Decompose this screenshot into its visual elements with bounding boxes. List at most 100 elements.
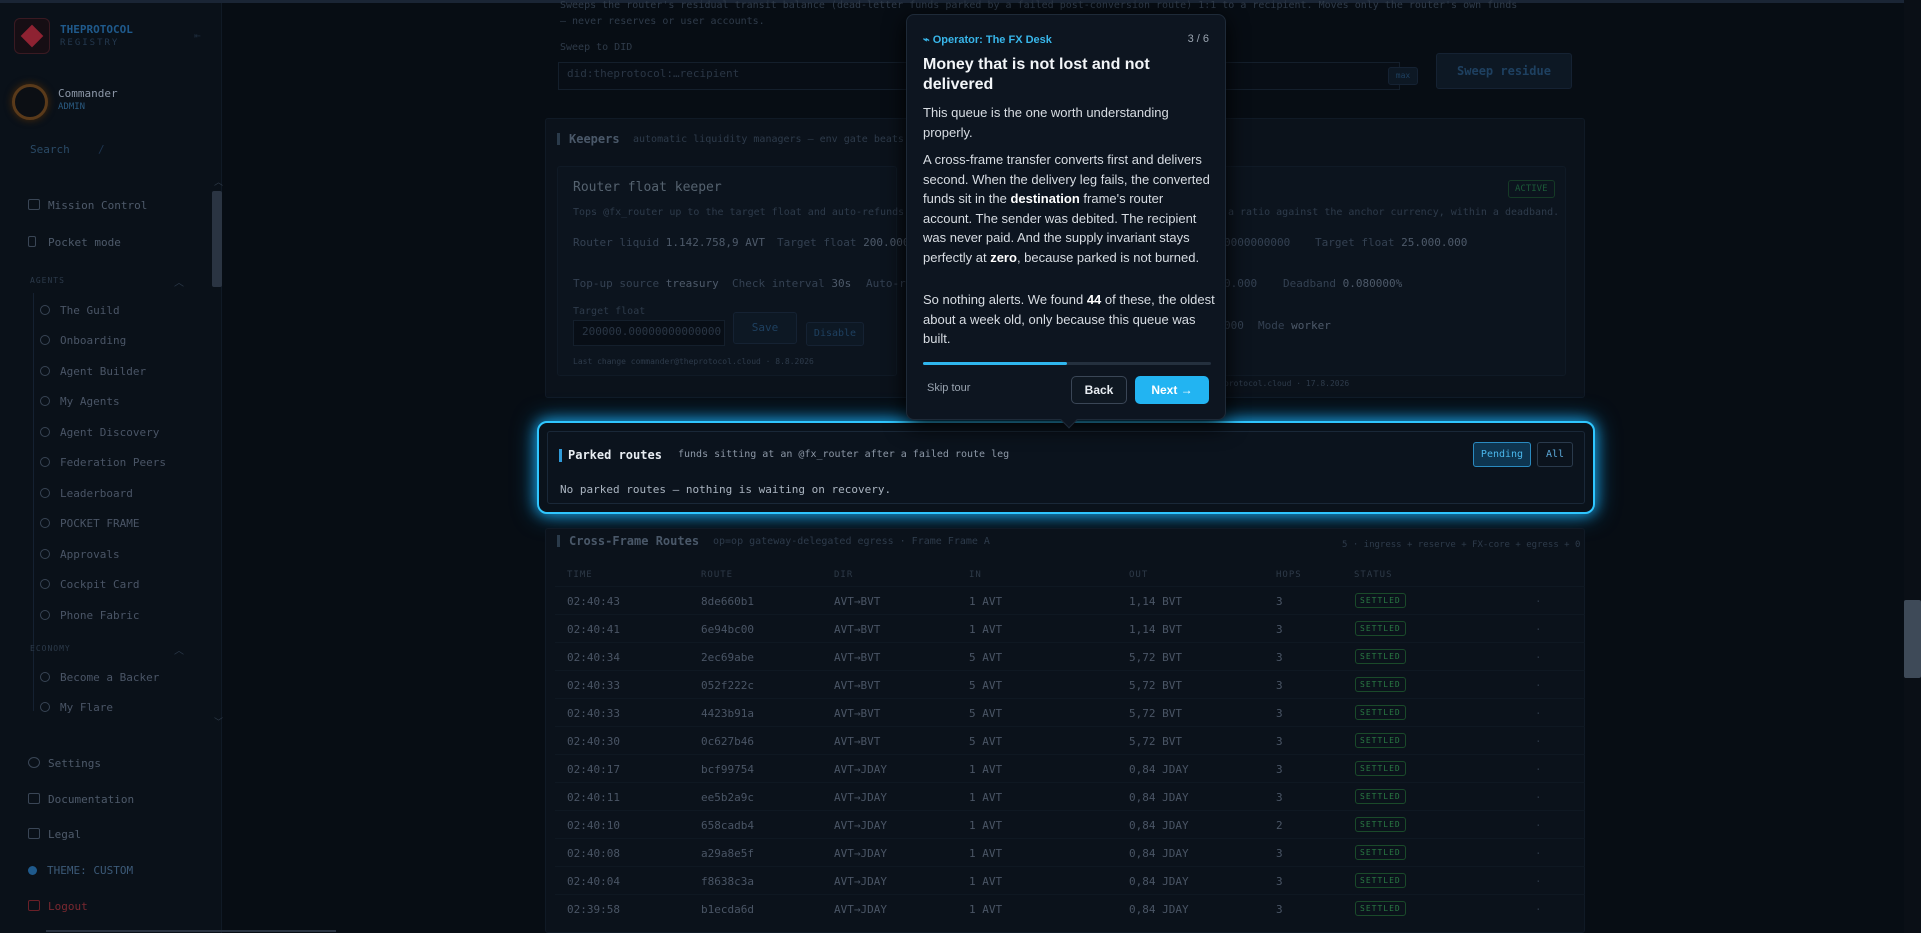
table-row[interactable]: 02:39:58 b1ecda6d AVT→JDAY 1 AVT 0,84 JDAY 3 S… [555, 894, 1585, 922]
sidebar-item-agent-builder[interactable]: Agent Builder [40, 365, 146, 378]
sidebar-item-become-backer[interactable]: Become a Backer [40, 671, 159, 684]
cell-hops: 3 [1276, 735, 1283, 748]
interval-label: Check interval [732, 277, 825, 290]
sweep-residue-button[interactable]: Sweep residue [1436, 53, 1572, 89]
right-keeper-value-2: 0.000 [1224, 277, 1258, 290]
row-action-icon[interactable]: · [1535, 903, 1542, 916]
table-row[interactable]: 02:40:33 052f222c AVT→BVT 5 AVT 5,72 BVT 3 SET… [555, 670, 1585, 698]
sidebar-item-my-flare[interactable]: My Flare [40, 701, 113, 714]
right-target-float: Target float 25.000.000 [1315, 236, 1467, 249]
scroll-down-icon[interactable]: ﹀ [214, 715, 223, 728]
tour-emphasis: zero [990, 249, 1017, 265]
table-row[interactable]: 02:40:30 0c627b46 AVT→BVT 5 AVT 5,72 BVT 3 SET… [555, 726, 1585, 754]
sidebar-item-phone-fabric[interactable]: Phone Fabric [40, 609, 139, 622]
row-action-icon[interactable]: · [1535, 847, 1542, 860]
table-row[interactable]: 02:40:34 2ec69abe AVT→BVT 5 AVT 5,72 BVT 3 SET… [555, 642, 1585, 670]
table-row[interactable]: 02:40:43 8de660b1 AVT→BVT 1 AVT 1,14 BVT 3 SET… [555, 586, 1585, 614]
row-action-icon[interactable]: · [1535, 875, 1542, 888]
table-row[interactable]: 02:40:10 658cadb4 AVT→JDAY 1 AVT 0,84 JDAY 2 S… [555, 810, 1585, 838]
section-accent [557, 133, 560, 145]
nav-documentation[interactable]: Documentation [28, 793, 134, 806]
main-scrollbar-thumb[interactable] [1904, 600, 1921, 678]
skip-tour-button[interactable]: Skip tour [927, 382, 970, 394]
disable-button[interactable]: Disable [806, 322, 864, 346]
cell-route: bcf99754 [701, 763, 754, 776]
section-economy[interactable]: ECONOMY ︿ [30, 644, 184, 657]
row-action-icon[interactable]: · [1535, 819, 1542, 832]
nav-pocket-mode[interactable]: Pocket mode [28, 236, 121, 249]
brand-logo[interactable] [14, 18, 50, 54]
row-action-icon[interactable]: · [1535, 679, 1542, 692]
nav-mission-control[interactable]: Mission Control [28, 199, 147, 212]
table-row[interactable]: 02:40:33 4423b91a AVT→BVT 5 AVT 5,72 BVT 3 SET… [555, 698, 1585, 726]
back-button[interactable]: Back [1071, 376, 1127, 404]
sidebar-item-leaderboard[interactable]: Leaderboard [40, 487, 133, 500]
row-action-icon[interactable]: · [1535, 651, 1542, 664]
row-action-icon[interactable]: · [1535, 735, 1542, 748]
row-action-icon[interactable]: · [1535, 595, 1542, 608]
scroll-up-icon[interactable]: ︿ [214, 175, 223, 188]
table-row[interactable]: 02:40:04 f8638c3a AVT→JDAY 1 AVT 0,84 JDAY 3 S… [555, 866, 1585, 894]
sidebar-item-cockpit-card[interactable]: Cockpit Card [40, 578, 139, 591]
main-scrollbar-track[interactable] [1904, 0, 1921, 933]
sidebar-item-label: Agent Builder [60, 365, 147, 378]
cell-hops: 2 [1276, 819, 1283, 832]
tour-header: ⌁ Operator: The FX Desk [923, 33, 1052, 46]
section-agents[interactable]: AGENTS ︿ [30, 276, 184, 289]
router-liquid-value: 1.142.758,9 AVT [665, 236, 766, 249]
sidebar-item-label: Leaderboard [60, 487, 133, 500]
status-badge: SETTLED [1355, 705, 1406, 720]
tour-step: 3 / 6 [1187, 33, 1209, 45]
cell-in: 1 AVT [969, 763, 1003, 776]
status-badge: SETTLED [1355, 649, 1406, 664]
flare-icon [40, 702, 50, 712]
table-row[interactable]: 02:40:08 a29a8e5f AVT→JDAY 1 AVT 0,84 JDAY 3 S… [555, 838, 1585, 866]
table-row[interactable]: 02:40:11 ee5b2a9c AVT→JDAY 1 AVT 0,84 JDAY 3 S… [555, 782, 1585, 810]
theme-toggle[interactable]: THEME: CUSTOM [28, 864, 133, 877]
sidebar-item-guild[interactable]: The Guild [40, 304, 120, 317]
theme-label: THEME: CUSTOM [47, 864, 134, 877]
right-keeper-value-3: 000 [1224, 319, 1244, 332]
nav-legal[interactable]: Legal [28, 828, 81, 841]
nav-label: Settings [48, 757, 101, 770]
save-button[interactable]: Save [733, 312, 797, 344]
max-button[interactable]: max [1388, 67, 1418, 85]
filter-pending-button[interactable]: Pending [1473, 442, 1531, 467]
row-action-icon[interactable]: · [1535, 707, 1542, 720]
sidebar-item-my-agents[interactable]: My Agents [40, 395, 120, 408]
filter-all-button[interactable]: All [1537, 442, 1573, 467]
table-row[interactable]: 02:40:41 6e94bc00 AVT→BVT 1 AVT 1,14 BVT 3 SET… [555, 614, 1585, 642]
keepers-title: Keepers [569, 132, 620, 146]
logout-button[interactable]: Logout [28, 900, 88, 913]
search-input[interactable]: Search [30, 143, 182, 161]
table-row[interactable]: 02:40:17 bcf99754 AVT→JDAY 1 AVT 0,84 JDAY 3 S… [555, 754, 1585, 782]
sidebar-item-label: Approvals [60, 548, 120, 561]
row-action-icon[interactable]: · [1535, 763, 1542, 776]
cell-route: 6e94bc00 [701, 623, 754, 636]
cell-time: 02:40:33 [567, 707, 620, 720]
sidebar-item-onboarding[interactable]: Onboarding [40, 334, 126, 347]
cell-route: b1ecda6d [701, 903, 754, 916]
row-action-icon[interactable]: · [1535, 623, 1542, 636]
status-badge: SETTLED [1355, 901, 1406, 916]
sidebar-item-pocket-frame[interactable]: POCKET FRAME [40, 517, 139, 530]
sidebar-item-federation-peers[interactable]: Federation Peers [40, 456, 166, 469]
logout-icon [28, 900, 40, 911]
sidebar-item-label: My Agents [60, 395, 120, 408]
sidebar-item-agent-discovery[interactable]: Agent Discovery [40, 426, 159, 439]
nav-settings[interactable]: Settings [28, 757, 101, 770]
col-time: TIME [567, 570, 593, 580]
right-keeper-value-1: 0000000000 [1224, 236, 1291, 249]
row-action-icon[interactable]: · [1535, 791, 1542, 804]
sidebar-collapse-icon[interactable]: ⇤ [194, 29, 201, 42]
cell-out: 0,84 JDAY [1129, 763, 1189, 776]
status-badge: SETTLED [1355, 873, 1406, 888]
next-button[interactable]: Next → [1135, 376, 1209, 404]
cell-time: 02:40:10 [567, 819, 620, 832]
sidebar-item-approvals[interactable]: Approvals [40, 548, 120, 561]
avatar[interactable] [12, 84, 48, 120]
target-float-input[interactable]: 200000.00000000000000 [573, 320, 725, 346]
sidebar-scrollbar[interactable] [212, 191, 222, 287]
cell-dir: AVT→JDAY [834, 875, 887, 888]
sidebar-item-label: POCKET FRAME [60, 517, 140, 530]
